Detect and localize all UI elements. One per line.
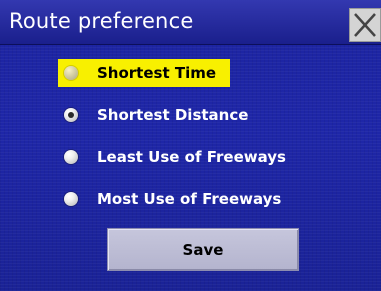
radio-icon[interactable]: [64, 150, 78, 164]
option-label: Most Use of Freeways: [97, 190, 282, 208]
option-label: Shortest Distance: [97, 106, 249, 124]
option-shortest-distance[interactable]: Shortest Distance: [58, 101, 328, 129]
option-label: Least Use of Freeways: [97, 148, 286, 166]
option-shortest-time[interactable]: Shortest Time: [58, 59, 328, 87]
route-preference-screen: Route preference Shortest Time Shortest …: [0, 0, 381, 291]
option-most-use-freeways[interactable]: Most Use of Freeways: [58, 185, 328, 213]
option-label: Shortest Time: [97, 64, 217, 82]
close-icon: [354, 13, 376, 37]
close-button[interactable]: [349, 8, 381, 42]
save-button[interactable]: Save: [107, 228, 299, 271]
radio-selected-icon[interactable]: [64, 108, 78, 122]
radio-icon[interactable]: [64, 66, 78, 80]
title-bar: Route preference: [0, 0, 381, 45]
option-least-use-freeways[interactable]: Least Use of Freeways: [58, 143, 328, 171]
save-button-label: Save: [182, 241, 224, 259]
page-title: Route preference: [9, 9, 194, 33]
radio-icon[interactable]: [64, 192, 78, 206]
